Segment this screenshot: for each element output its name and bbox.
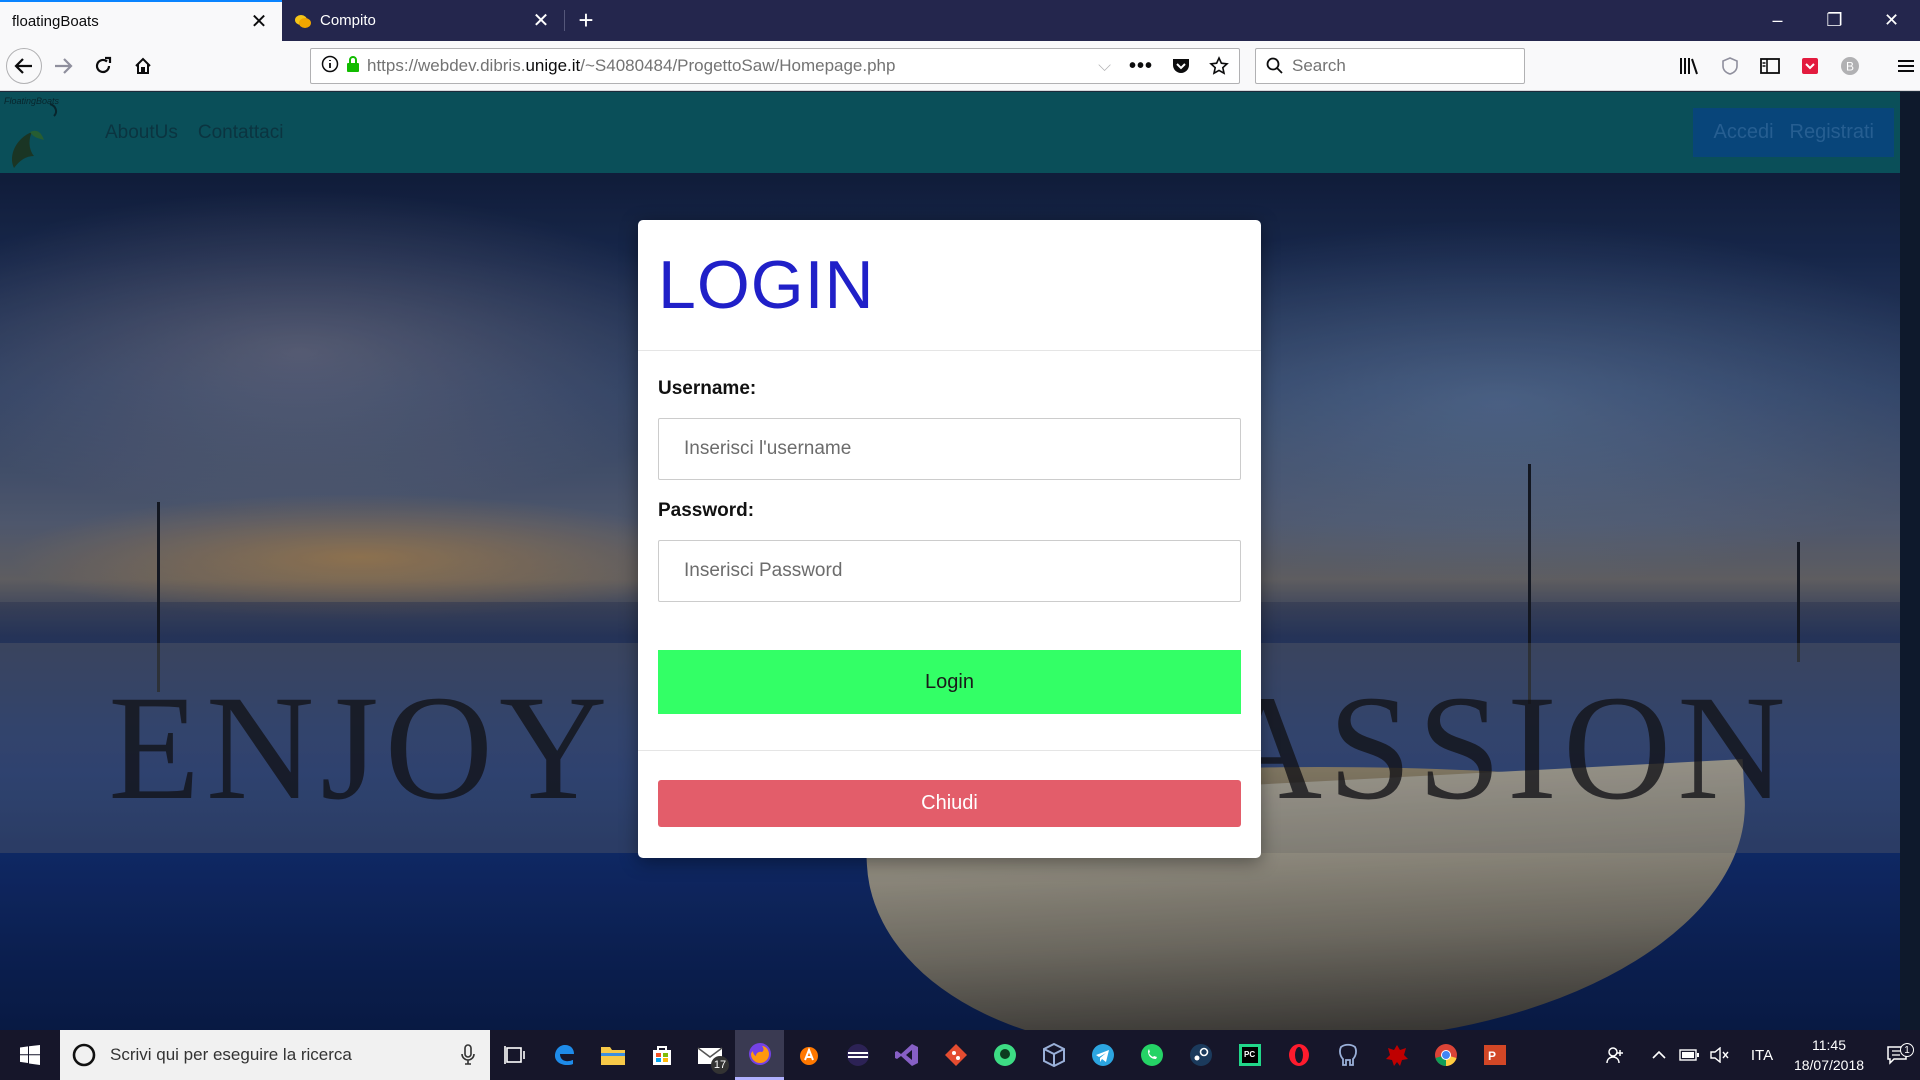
search-input[interactable]: [1292, 56, 1492, 76]
file-explorer-icon[interactable]: [588, 1030, 637, 1080]
reload-icon: [95, 56, 112, 73]
eclipse-icon[interactable]: [833, 1030, 882, 1080]
svg-text:B: B: [1846, 60, 1854, 74]
powerpoint-icon[interactable]: P: [1470, 1030, 1519, 1080]
tab-compito[interactable]: Compito ✕: [282, 0, 564, 41]
menu-icon[interactable]: [1886, 48, 1920, 84]
chrome-icon[interactable]: [1421, 1030, 1470, 1080]
arrow-right-icon: [55, 57, 73, 74]
mail-badge: 17: [711, 1056, 729, 1074]
windows-logo-icon: [20, 1045, 40, 1065]
info-icon[interactable]: [321, 55, 339, 78]
modal-header: LOGIN: [638, 220, 1261, 351]
firefox-icon[interactable]: [735, 1030, 784, 1080]
close-tab-icon[interactable]: ✕: [248, 11, 270, 33]
close-tab-icon[interactable]: ✕: [530, 10, 552, 32]
start-button[interactable]: [0, 1030, 60, 1080]
minimize-icon[interactable]: –: [1749, 0, 1806, 41]
tab-floatingboats[interactable]: floatingBoats ✕: [0, 0, 282, 41]
sidebar-icon[interactable]: [1750, 48, 1790, 84]
back-button[interactable]: [6, 47, 42, 84]
url-text: https://webdev.dibris.unige.it/~S4080484…: [367, 56, 895, 76]
reload-button[interactable]: [84, 47, 122, 85]
pgadmin-icon[interactable]: [1323, 1030, 1372, 1080]
search-bar[interactable]: [1255, 48, 1525, 84]
account-icon[interactable]: B: [1830, 48, 1870, 84]
avast-icon[interactable]: [784, 1030, 833, 1080]
url-domain: unige.it: [525, 56, 581, 75]
tab-title: Compito: [320, 12, 376, 29]
visual-studio-icon[interactable]: [882, 1030, 931, 1080]
people-icon[interactable]: [1600, 1045, 1630, 1065]
tab-bar: floatingBoats ✕ Compito ✕ + – ❐ ✕: [0, 0, 1920, 41]
language-indicator[interactable]: ITA: [1740, 1047, 1784, 1064]
clock[interactable]: 11:45 18/07/2018: [1784, 1035, 1874, 1075]
pocket-icon[interactable]: [1171, 56, 1191, 76]
taskbar-search-placeholder: Scrivi qui per eseguire la ricerca: [110, 1045, 352, 1064]
whatsapp-icon[interactable]: [1127, 1030, 1176, 1080]
battery-icon[interactable]: [1674, 1048, 1704, 1062]
toolbar-icons: B: [1670, 48, 1920, 84]
filezilla-icon[interactable]: [1372, 1030, 1421, 1080]
url-prefix: https://webdev.dibris.: [367, 56, 526, 75]
shield-icon[interactable]: [1710, 48, 1750, 84]
volume-muted-icon[interactable]: [1704, 1047, 1734, 1063]
store-icon[interactable]: [637, 1030, 686, 1080]
opera-icon[interactable]: [1274, 1030, 1323, 1080]
git-icon[interactable]: [931, 1030, 980, 1080]
restore-icon[interactable]: ❐: [1806, 0, 1863, 41]
edge-icon[interactable]: [539, 1030, 588, 1080]
telegram-icon[interactable]: [1078, 1030, 1127, 1080]
android-studio-icon[interactable]: [980, 1030, 1029, 1080]
svg-text:PC: PC: [1244, 1050, 1255, 1059]
close-button[interactable]: Chiudi: [658, 780, 1241, 827]
close-window-icon[interactable]: ✕: [1863, 0, 1920, 41]
taskbar-search[interactable]: Scrivi qui per eseguire la ricerca: [60, 1030, 490, 1080]
login-button[interactable]: Login: [658, 650, 1241, 714]
url-bar[interactable]: https://webdev.dibris.unige.it/~S4080484…: [310, 48, 1240, 84]
arrow-left-icon: [14, 57, 32, 74]
home-button[interactable]: [124, 47, 162, 85]
login-modal: LOGIN Username: Password: Login Chiudi: [638, 220, 1261, 858]
notification-badge: 1: [1900, 1043, 1914, 1057]
svg-text:P: P: [1488, 1049, 1496, 1063]
page-actions-icon[interactable]: •••: [1129, 55, 1153, 78]
modal-body: Username: Password: Login: [638, 351, 1261, 751]
modal-title: LOGIN: [658, 247, 875, 323]
url-path: /~S4080484/ProgettoSaw/Homepage.php: [580, 56, 896, 75]
home-icon: [135, 57, 151, 74]
forward-button[interactable]: [44, 47, 82, 85]
search-icon: [1266, 57, 1283, 74]
username-input[interactable]: [658, 418, 1241, 480]
password-input[interactable]: [658, 540, 1241, 602]
chevron-down-icon[interactable]: ⌵: [1098, 56, 1111, 76]
chevron-up-icon[interactable]: [1644, 1050, 1674, 1060]
task-view-icon[interactable]: [490, 1030, 539, 1080]
compito-favicon-icon: [295, 14, 311, 28]
page-viewport: FloatingBoats AboutUs Contattaci Accedi …: [0, 92, 1920, 1030]
pocket-extension-icon[interactable]: [1790, 48, 1830, 84]
tab-title: floatingBoats: [12, 13, 99, 30]
bookmark-star-icon[interactable]: [1209, 56, 1229, 76]
mail-icon[interactable]: 17: [686, 1030, 735, 1080]
clock-time: 11:45: [1812, 1037, 1846, 1053]
lock-icon[interactable]: [345, 55, 361, 78]
clock-date: 18/07/2018: [1793, 1057, 1865, 1073]
steam-icon[interactable]: [1176, 1030, 1225, 1080]
window-controls: – ❐ ✕: [1749, 0, 1920, 41]
username-label: Username:: [658, 378, 757, 399]
new-tab-button[interactable]: +: [565, 0, 607, 41]
windows-taskbar: Scrivi qui per eseguire la ricerca 17 PC…: [0, 1030, 1920, 1080]
navigation-toolbar: https://webdev.dibris.unige.it/~S4080484…: [0, 41, 1920, 91]
password-label: Password:: [658, 500, 755, 521]
microphone-icon[interactable]: [460, 1044, 476, 1066]
url-actions: ⌵ •••: [1098, 55, 1239, 78]
action-center-icon[interactable]: 1: [1874, 1043, 1920, 1065]
virtualbox-icon[interactable]: [1029, 1030, 1078, 1080]
pycharm-icon[interactable]: PC: [1225, 1030, 1274, 1080]
cortana-icon: [72, 1043, 96, 1067]
system-tray: ITA 11:45 18/07/2018 1: [1600, 1030, 1920, 1080]
library-icon[interactable]: [1670, 48, 1710, 84]
